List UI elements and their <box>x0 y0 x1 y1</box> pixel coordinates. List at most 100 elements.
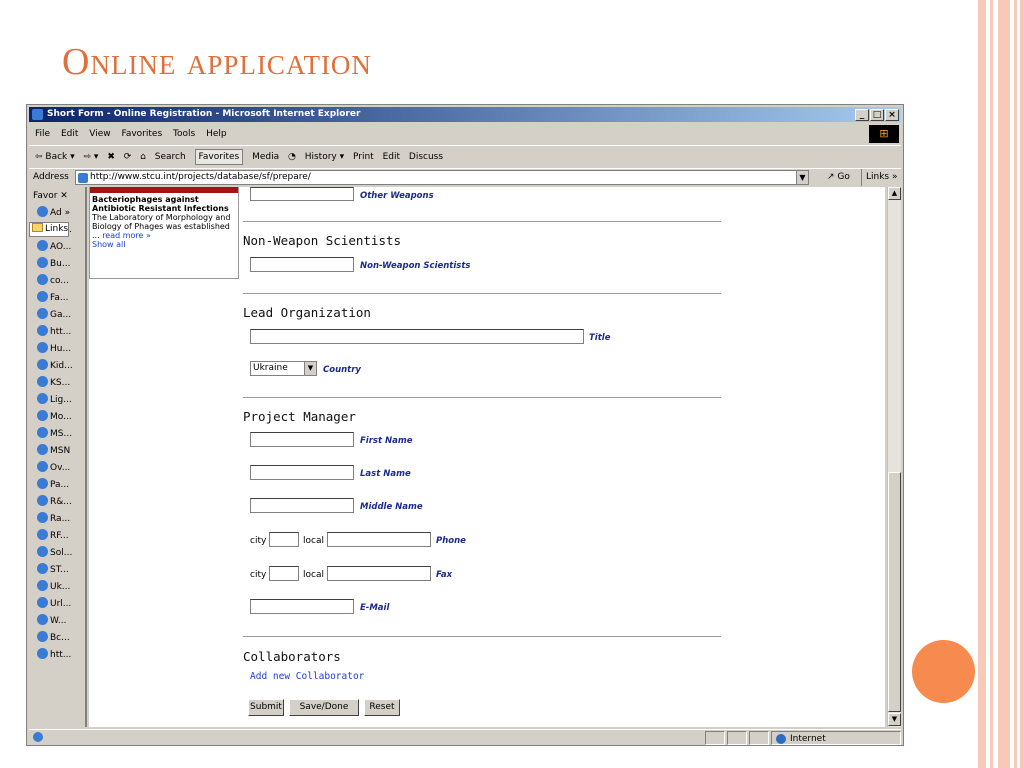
slide-edge-stripe <box>978 0 986 768</box>
last-name-input[interactable] <box>250 465 354 480</box>
fax-local-input[interactable] <box>327 566 431 581</box>
read-more-link[interactable]: read more » <box>102 231 151 240</box>
vertical-scrollbar[interactable]: ▲ ▼ <box>887 187 901 727</box>
favorite-item[interactable]: MS... <box>29 426 85 443</box>
favorite-item[interactable]: Links <box>29 222 70 237</box>
favorite-item[interactable]: co... <box>29 273 85 290</box>
submit-button[interactable]: Submit <box>248 699 284 716</box>
add-collaborator-link[interactable]: Add new Collaborator <box>250 671 364 682</box>
divider <box>243 636 721 637</box>
phone-city-label: city <box>250 536 267 546</box>
ad-icon <box>37 206 48 217</box>
favorite-item[interactable]: Uk... <box>29 579 85 596</box>
links-button[interactable]: Links » <box>861 169 898 186</box>
favorite-item[interactable]: Ga... <box>29 307 85 324</box>
favorites-pane: Favor ✕ Ad »LinksMe...AO...Bu...co...Fa.… <box>29 187 87 727</box>
favorite-item[interactable]: Url... <box>29 596 85 613</box>
stop-icon[interactable]: ✖ <box>107 152 115 162</box>
favorite-item[interactable]: RF... <box>29 528 85 545</box>
go-button[interactable]: ↗ Go <box>827 169 850 186</box>
favorite-item[interactable]: Sol... <box>29 545 85 562</box>
mail-icon[interactable]: History ▾ <box>305 152 344 162</box>
back-button[interactable]: ⇦ Back ▾ <box>35 152 75 162</box>
print-icon[interactable]: Print <box>353 152 374 162</box>
home-icon[interactable]: ⌂ <box>140 152 146 162</box>
other-weapons-input[interactable] <box>250 187 354 201</box>
minimize-button[interactable]: _ <box>855 109 869 121</box>
favorites-header[interactable]: Favor ✕ <box>29 187 85 205</box>
lead-org-title-input[interactable] <box>250 329 584 344</box>
favorite-label: Bc... <box>50 633 70 643</box>
scrollbar-thumb[interactable] <box>888 472 901 712</box>
lead-org-heading: Lead Organization <box>243 305 371 320</box>
address-input[interactable]: http://www.stcu.int/projects/database/sf… <box>75 170 809 185</box>
status-cell <box>727 731 747 745</box>
save-done-button[interactable]: Save/Done <box>289 699 359 716</box>
status-cell <box>705 731 725 745</box>
country-select[interactable]: Ukraine ▼ <box>250 361 317 376</box>
address-label: Address <box>33 172 69 182</box>
favorite-item[interactable]: Pa... <box>29 477 85 494</box>
forward-button[interactable]: ⇨ ▾ <box>84 152 99 162</box>
menu-view[interactable]: View <box>89 129 110 139</box>
go-label: Go <box>837 172 850 182</box>
non-weapon-input[interactable] <box>250 257 354 272</box>
favorite-label: Ov... <box>50 463 71 473</box>
close-button[interactable]: × <box>885 109 899 121</box>
first-name-label: First Name <box>360 436 413 446</box>
favorite-item[interactable]: htt... <box>29 647 85 664</box>
favorite-item[interactable]: Ra... <box>29 511 85 528</box>
menu-help[interactable]: Help <box>206 129 227 139</box>
favorite-item[interactable]: Mo... <box>29 409 85 426</box>
favorite-item[interactable]: Hu... <box>29 341 85 358</box>
favorite-item[interactable]: W... <box>29 613 85 630</box>
scroll-up-icon[interactable]: ▲ <box>888 187 901 200</box>
ie-icon <box>37 393 48 404</box>
favorite-item[interactable]: MSN <box>29 443 85 460</box>
first-name-input[interactable] <box>250 432 354 447</box>
favorite-label: Pa... <box>50 480 70 490</box>
favorite-item[interactable]: R&... <box>29 494 85 511</box>
edit-icon[interactable]: Edit <box>383 152 400 162</box>
phone-local-input[interactable] <box>327 532 431 547</box>
favorite-item[interactable]: AO... <box>29 239 85 256</box>
scroll-down-icon[interactable]: ▼ <box>888 713 901 726</box>
menu-tools[interactable]: Tools <box>173 129 195 139</box>
email-input[interactable] <box>250 599 354 614</box>
show-all-link[interactable]: Show all <box>92 240 125 249</box>
menu-file[interactable]: File <box>35 129 50 139</box>
favorite-item[interactable]: Bc... <box>29 630 85 647</box>
phone-city-input[interactable] <box>269 532 299 547</box>
maximize-button[interactable]: □ <box>870 109 884 121</box>
menu-edit[interactable]: Edit <box>61 129 78 139</box>
favorite-item[interactable]: Lig... <box>29 392 85 409</box>
favorite-item[interactable]: htt... <box>29 324 85 341</box>
middle-name-input[interactable] <box>250 498 354 513</box>
search-button[interactable]: Search <box>155 152 186 162</box>
fax-city-input[interactable] <box>269 566 299 581</box>
favorite-item[interactable]: Bu... <box>29 256 85 273</box>
favorite-label: Mo... <box>50 412 72 422</box>
favorite-item[interactable]: Fa... <box>29 290 85 307</box>
globe-icon <box>776 734 786 744</box>
favorite-item[interactable]: ST... <box>29 562 85 579</box>
favorite-label: ST... <box>50 565 69 575</box>
favorite-label: Kid... <box>50 361 73 371</box>
reset-button[interactable]: Reset <box>364 699 400 716</box>
menu-favorites[interactable]: Favorites <box>121 129 162 139</box>
chevron-down-icon[interactable]: ▼ <box>796 171 808 184</box>
ie-icon <box>37 631 48 642</box>
favorite-label: Lig... <box>50 395 72 405</box>
history-icon[interactable]: ◔ <box>288 152 296 162</box>
favorite-item[interactable]: Kid... <box>29 358 85 375</box>
ie-icon <box>37 614 48 625</box>
favorites-button[interactable]: Favorites <box>194 149 244 165</box>
favorite-item[interactable]: Ov... <box>29 460 85 477</box>
favorite-label: htt... <box>50 650 72 660</box>
discuss-icon[interactable]: Discuss <box>409 152 443 162</box>
window-titlebar[interactable]: Short Form - Online Registration - Micro… <box>29 107 901 122</box>
refresh-icon[interactable]: ⟳ <box>124 152 132 162</box>
favorite-item[interactable]: Ad » <box>29 205 85 222</box>
media-button[interactable]: Media <box>252 152 279 162</box>
favorite-item[interactable]: KS... <box>29 375 85 392</box>
